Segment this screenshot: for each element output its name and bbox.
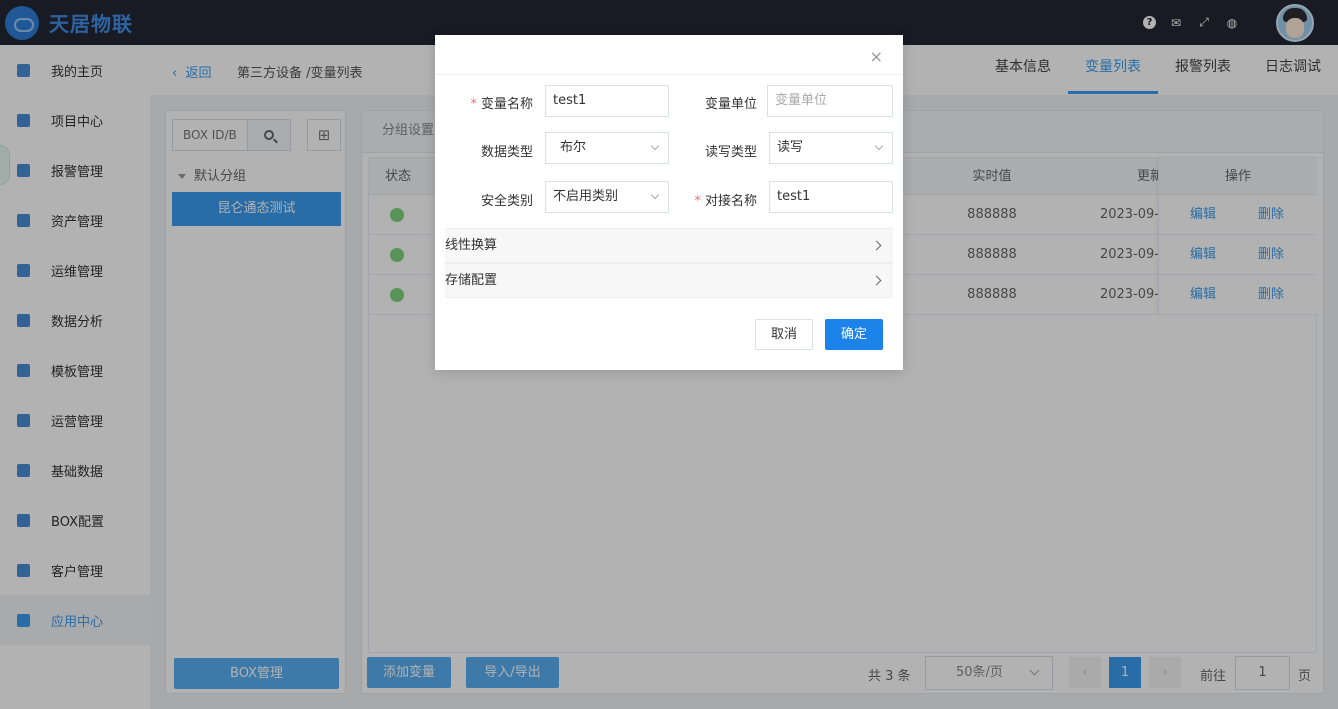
modal-divider <box>435 74 903 75</box>
data-type-select[interactable]: 布尔 <box>545 132 669 164</box>
var-name-input[interactable]: test1 <box>545 85 669 117</box>
storage-section-title: 存储配置 <box>445 273 498 288</box>
var-unit-label: 变量单位 <box>704 97 757 112</box>
rw-type-label: 读写类型 <box>704 145 757 160</box>
map-name-input[interactable]: test1 <box>769 181 893 213</box>
safety-select[interactable]: 不启用类别 <box>545 181 669 213</box>
var-name-label: * 变量名称 <box>443 93 533 112</box>
linear-section-title: 线性换算 <box>445 238 498 253</box>
chevron-right-icon <box>871 240 882 251</box>
map-name-label: * 对接名称 <box>667 190 757 209</box>
chevron-down-icon <box>650 141 660 151</box>
data-type-value: 布尔 <box>560 140 587 155</box>
required-mark: * <box>470 97 477 112</box>
rw-type-value: 读写 <box>777 140 804 155</box>
storage-config-section[interactable]: 存储配置 <box>445 263 893 298</box>
safety-label: 安全类别 <box>480 194 533 209</box>
chevron-right-icon <box>871 275 882 286</box>
map-name-label-text: 对接名称 <box>704 194 757 209</box>
cancel-button[interactable]: 取消 <box>755 319 813 350</box>
safety-value: 不启用类别 <box>553 189 619 204</box>
chevron-down-icon <box>874 141 884 151</box>
edit-variable-modal: × * 变量名称 test1 变量单位 变量单位 数据类型 布尔 读写类型 读写 … <box>435 35 903 370</box>
var-unit-input[interactable]: 变量单位 <box>767 85 893 117</box>
chevron-down-icon <box>650 190 660 200</box>
data-type-label: 数据类型 <box>480 145 533 160</box>
linear-conversion-section[interactable]: 线性换算 <box>445 228 893 263</box>
rw-type-select[interactable]: 读写 <box>769 132 893 164</box>
confirm-button[interactable]: 确定 <box>825 319 883 350</box>
close-icon[interactable]: × <box>870 47 883 66</box>
required-mark: * <box>694 194 701 209</box>
var-name-label-text: 变量名称 <box>480 97 533 112</box>
